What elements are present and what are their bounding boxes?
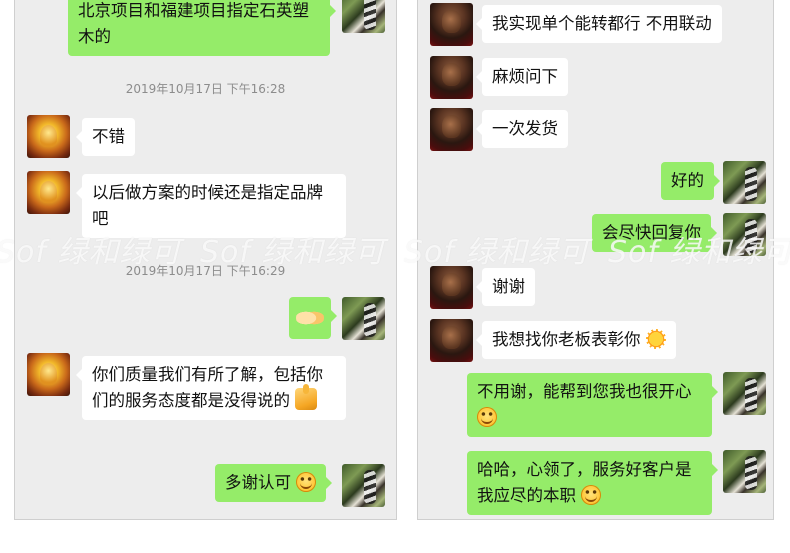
message-bubble-outgoing[interactable] xyxy=(289,297,337,339)
message-bubble-outgoing[interactable]: 好的 xyxy=(661,162,720,200)
message-bubble-incoming[interactable]: 我想找你老板表彰你 xyxy=(476,321,676,359)
handshake-emoji xyxy=(296,307,324,329)
message-bubble-incoming[interactable]: 一次发货 xyxy=(476,110,568,148)
message-bubble-outgoing[interactable]: 北京项目和福建项目指定石英塑木的 xyxy=(68,0,336,56)
message-text: 谢谢 xyxy=(492,277,525,296)
contact-avatar[interactable] xyxy=(430,3,473,46)
self-avatar[interactable] xyxy=(723,161,766,204)
smile-emoji xyxy=(581,485,602,505)
smile-emoji xyxy=(477,407,497,427)
self-avatar[interactable] xyxy=(723,213,766,256)
contact-avatar[interactable] xyxy=(27,171,70,214)
self-avatar[interactable] xyxy=(342,464,385,507)
message-bubble-incoming[interactable]: 以后做方案的时候还是指定品牌吧 xyxy=(76,174,346,238)
contact-avatar[interactable] xyxy=(430,56,473,99)
message-text: 不错 xyxy=(92,127,125,146)
sun-emoji xyxy=(645,329,666,349)
message-text: 多谢认可 xyxy=(225,473,291,492)
message-text: 我实现单个能转都行 不用联动 xyxy=(492,14,712,33)
message-text: 会尽快回复你 xyxy=(602,223,701,242)
message-bubble-incoming[interactable]: 麻烦问下 xyxy=(476,58,568,96)
message-text: 麻烦问下 xyxy=(492,67,558,86)
self-avatar[interactable] xyxy=(342,0,385,33)
chat-timestamp: 2019年10月17日 下午16:29 xyxy=(125,264,286,278)
message-text: 好的 xyxy=(671,171,704,190)
self-avatar[interactable] xyxy=(723,450,766,493)
contact-avatar[interactable] xyxy=(430,319,473,362)
message-text: 一次发货 xyxy=(492,119,558,138)
contact-avatar[interactable] xyxy=(430,266,473,309)
smile-emoji xyxy=(296,472,317,492)
message-bubble-outgoing[interactable]: 会尽快回复你 xyxy=(592,214,717,252)
chat-timestamp: 2019年10月17日 下午16:28 xyxy=(125,82,286,96)
message-bubble-outgoing[interactable]: 不用谢，能帮到您我也很开心 xyxy=(467,373,718,437)
message-bubble-incoming[interactable]: 不错 xyxy=(76,118,135,156)
message-bubble-incoming[interactable]: 谢谢 xyxy=(476,268,535,306)
message-text: 你们质量我们有所了解，包括你们的服务态度都是没得说的 xyxy=(92,365,323,410)
self-avatar[interactable] xyxy=(723,372,766,415)
self-avatar[interactable] xyxy=(342,297,385,340)
message-text: 我想找你老板表彰你 xyxy=(492,330,641,349)
contact-avatar[interactable] xyxy=(430,108,473,151)
message-bubble-outgoing[interactable]: 多谢认可 xyxy=(215,464,333,502)
chat-panel-left: 北京项目和福建项目指定石英塑木的 2019年10月17日 下午16:28 不错 … xyxy=(14,0,397,520)
message-bubble-incoming[interactable]: 我实现单个能转都行 不用联动 xyxy=(476,5,722,43)
message-bubble-outgoing[interactable]: 哈哈，心领了，服务好客户是我应尽的本职 xyxy=(467,451,718,515)
thumbs-up-emoji xyxy=(295,384,318,410)
contact-avatar[interactable] xyxy=(27,115,70,158)
chat-panel-right: 我实现单个能转都行 不用联动 麻烦问下 一次发货 好的 会尽快回复你 谢谢 我想… xyxy=(417,0,774,520)
contact-avatar[interactable] xyxy=(27,353,70,396)
message-text: 北京项目和福建项目指定石英塑木的 xyxy=(78,1,309,46)
message-text: 不用谢，能帮到您我也很开心 xyxy=(477,382,692,401)
message-text: 以后做方案的时候还是指定品牌吧 xyxy=(92,183,323,228)
message-bubble-incoming[interactable]: 你们质量我们有所了解，包括你们的服务态度都是没得说的 xyxy=(76,356,346,420)
